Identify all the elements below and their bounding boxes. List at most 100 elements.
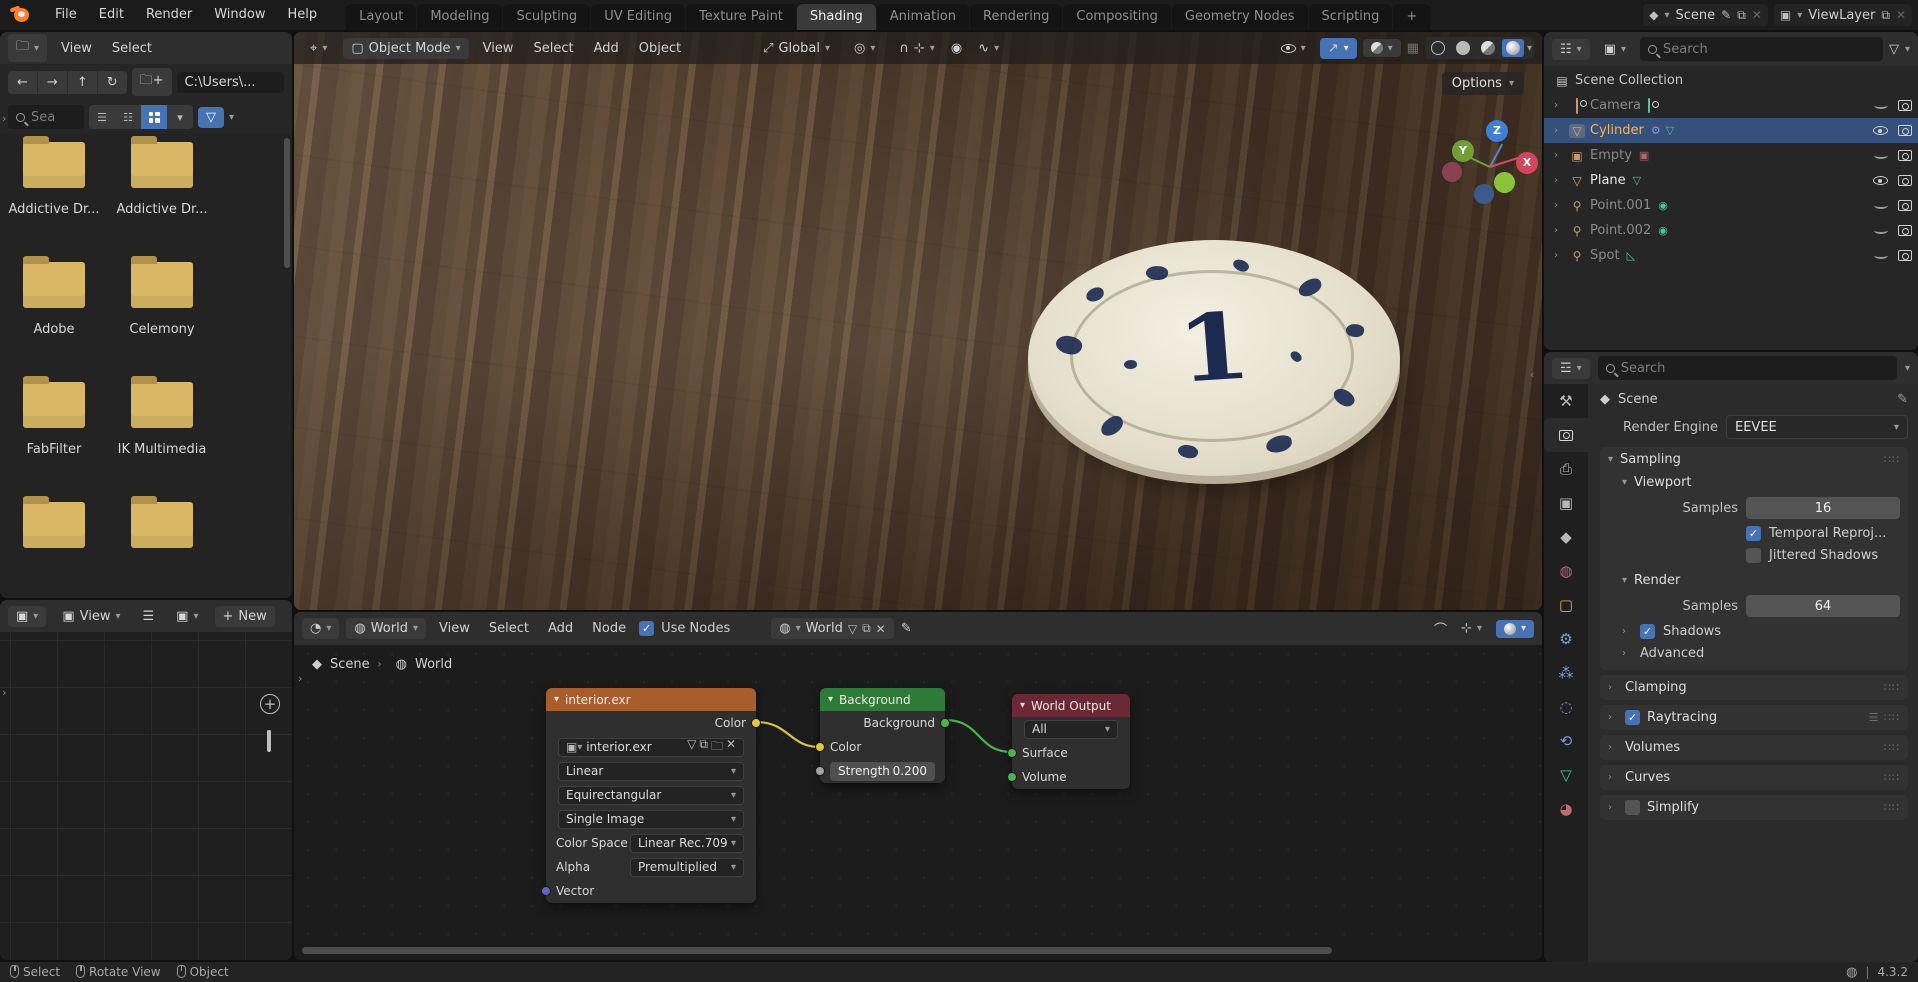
strength-field[interactable]: Strength0.200: [830, 762, 935, 781]
gizmos-toggle[interactable]: ↗▾: [1320, 38, 1357, 59]
scene-selector[interactable]: ◆ ▾ Scene ✎ ⧉ ✕: [1643, 4, 1768, 26]
shadows-subpanel-header[interactable]: Shadows: [1663, 624, 1721, 639]
tab-geometry-nodes[interactable]: Geometry Nodes: [1172, 4, 1308, 30]
image-editor-view-menu[interactable]: ▣View▾: [54, 606, 128, 627]
properties-options-dropdown[interactable]: ▾: [1905, 363, 1910, 374]
projection-dropdown[interactable]: Equirectangular▾: [558, 786, 744, 805]
tab-texture-paint[interactable]: Texture Paint: [686, 4, 796, 30]
hand-icon[interactable]: [258, 730, 280, 752]
tab-tool-icon[interactable]: ⚒: [1544, 384, 1588, 418]
jittered-shadows-checkbox[interactable]: [1746, 548, 1761, 563]
properties-search-input[interactable]: Search: [1598, 356, 1897, 380]
disclosure-icon[interactable]: ›: [1554, 200, 1564, 211]
open-folder-icon[interactable]: 🗀: [711, 737, 723, 758]
hide-eye-icon[interactable]: [1874, 252, 1888, 259]
outliner-filter-icon[interactable]: ▽: [1889, 42, 1899, 57]
tab-uv-editing[interactable]: UV Editing: [591, 4, 685, 30]
ceramic-chip-object[interactable]: 1: [1028, 240, 1400, 480]
tab-scene-icon[interactable]: ◆: [1544, 520, 1588, 554]
tab-particles-icon[interactable]: ⁂: [1544, 656, 1588, 690]
temporal-reprojection-checkbox[interactable]: [1746, 526, 1761, 541]
image-editor-canvas[interactable]: +: [0, 632, 292, 960]
new-image-button[interactable]: +New: [215, 606, 275, 627]
parent-dir-button[interactable]: ↑: [68, 71, 98, 94]
new-folder-button[interactable]: 🗀+: [132, 68, 172, 96]
viewport-menu-object[interactable]: Object: [633, 41, 687, 56]
display-horizontal-list-button[interactable]: ☷: [115, 105, 141, 129]
editor-type-image-editor[interactable]: ▣▾: [8, 606, 46, 627]
xray-toggle[interactable]: ▦: [1407, 41, 1419, 56]
pin-icon[interactable]: ✎: [901, 621, 912, 636]
list-item[interactable]: Celemony: [102, 262, 222, 337]
outliner-row-plane[interactable]: › ▽ Plane ▽: [1544, 168, 1918, 193]
duplicate-icon[interactable]: ⧉: [1737, 8, 1746, 23]
image-datablock-field[interactable]: ▣▾ interior.exr ▽ ⧉ 🗀 ✕: [558, 738, 744, 757]
editor-type-outliner[interactable]: ☷▾: [1552, 39, 1590, 60]
render-engine-dropdown[interactable]: EEVEE▾: [1726, 415, 1908, 439]
object-visibility-dropdown[interactable]: ▾: [1273, 40, 1314, 57]
outliner-row-spot[interactable]: › ⚲ Spot ◺: [1544, 243, 1918, 268]
color-space-dropdown[interactable]: Linear Rec.709▾: [630, 834, 744, 853]
viewport-menu-view[interactable]: View: [477, 41, 520, 56]
tab-sculpting[interactable]: Sculpting: [503, 4, 590, 30]
file-browser-menu-select[interactable]: Select: [106, 41, 158, 56]
editor-type-properties[interactable]: ☲▾: [1552, 358, 1590, 379]
curves-panel[interactable]: ›Curves∷∷: [1600, 765, 1908, 790]
tab-rendering[interactable]: Rendering: [970, 4, 1062, 30]
outliner-row-camera[interactable]: › Camera: [1544, 93, 1918, 118]
outliner-row-scene-collection[interactable]: ▤ Scene Collection: [1544, 68, 1918, 93]
list-item[interactable]: Addictive Dr...: [0, 142, 114, 217]
output-target-dropdown[interactable]: All▾: [1024, 720, 1118, 739]
gizmo-axis-x[interactable]: X: [1516, 152, 1538, 174]
tab-shading[interactable]: Shading: [797, 4, 876, 30]
tab-world-icon[interactable]: ◍: [1544, 554, 1588, 588]
image-datablock-dropdown[interactable]: ▣▾: [168, 606, 206, 627]
tab-material-icon[interactable]: ◕: [1544, 792, 1588, 826]
scrollbar[interactable]: [284, 138, 290, 268]
blender-logo-icon[interactable]: [10, 6, 36, 24]
duplicate-icon[interactable]: ⧉: [862, 621, 871, 636]
editor-type-shader[interactable]: ◔▾: [302, 618, 339, 639]
world-output-node[interactable]: ▾World Output All▾ Surface Volume: [1012, 694, 1130, 789]
tab-modifiers-icon[interactable]: ⚙: [1544, 622, 1588, 656]
file-search-input[interactable]: Sea: [8, 105, 84, 129]
raytracing-checkbox[interactable]: [1625, 710, 1640, 725]
back-button[interactable]: ←: [8, 71, 38, 94]
outliner-search-input[interactable]: Search: [1640, 37, 1883, 61]
close-icon[interactable]: ✕: [1752, 8, 1762, 22]
editor-type-file-browser[interactable]: 🗀▾: [8, 34, 47, 62]
viewport-subpanel-header[interactable]: ▾Viewport: [1622, 475, 1900, 490]
render-visibility-icon[interactable]: [1898, 225, 1912, 236]
menu-icon[interactable]: ☰: [137, 609, 161, 624]
add-workspace-button[interactable]: +: [1393, 4, 1430, 30]
volume-input-socket[interactable]: [1007, 772, 1017, 782]
viewlayer-selector[interactable]: ▣ ▾ ViewLayer ⧉ ✕: [1774, 4, 1912, 26]
vector-input-socket[interactable]: [541, 886, 551, 896]
tab-render-icon[interactable]: [1544, 418, 1588, 452]
menu-window[interactable]: Window: [203, 0, 276, 30]
menu-file[interactable]: File: [44, 0, 88, 30]
disclosure-icon[interactable]: ›: [1554, 150, 1564, 161]
background-output-socket[interactable]: [940, 718, 950, 728]
pin-icon[interactable]: ✎: [1721, 8, 1731, 22]
disclosure-icon[interactable]: ›: [1554, 125, 1564, 136]
display-size-dropdown[interactable]: ▾: [167, 105, 193, 129]
tab-compositing[interactable]: Compositing: [1063, 4, 1171, 30]
options-button[interactable]: Options▾: [1442, 72, 1524, 95]
tab-animation[interactable]: Animation: [877, 4, 969, 30]
proportional-editing-toggle[interactable]: ◉: [951, 41, 962, 56]
duplicate-icon[interactable]: ⧉: [699, 737, 708, 758]
display-vertical-list-button[interactable]: ☰: [89, 105, 115, 129]
outliner-row-empty[interactable]: › ▣ Empty ▣: [1544, 143, 1918, 168]
use-nodes-checkbox[interactable]: [639, 621, 654, 636]
snap-arc-icon[interactable]: ⌒: [1434, 619, 1447, 638]
tab-data-icon[interactable]: ▽: [1544, 758, 1588, 792]
viewport-menu-select[interactable]: Select: [527, 41, 579, 56]
render-visibility-icon[interactable]: [1898, 200, 1912, 211]
shader-menu-select[interactable]: Select: [483, 621, 535, 636]
clamping-panel[interactable]: ›Clamping∷∷: [1600, 675, 1908, 700]
advanced-subpanel-header[interactable]: Advanced: [1640, 646, 1704, 661]
disclosure-icon[interactable]: ›: [1554, 175, 1564, 186]
hide-eye-icon[interactable]: [1874, 202, 1888, 209]
tab-output-icon[interactable]: ⎙: [1544, 452, 1588, 486]
